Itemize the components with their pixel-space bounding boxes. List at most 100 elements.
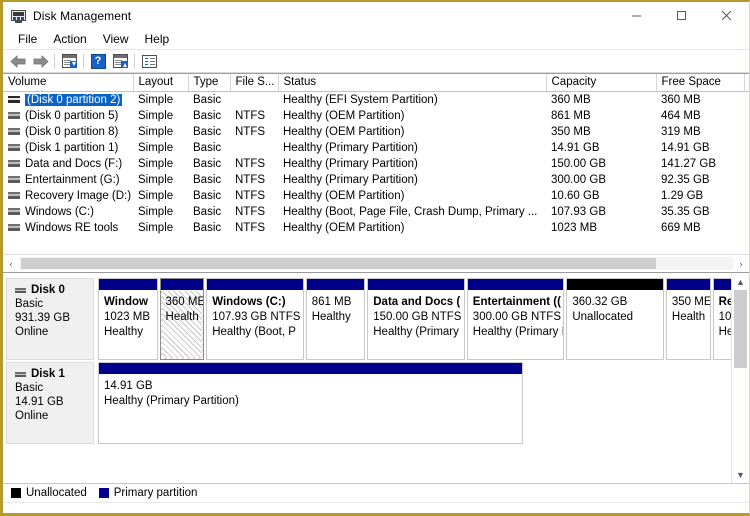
- scroll-left-icon[interactable]: ‹: [3, 256, 19, 272]
- column-header-type[interactable]: Type: [188, 74, 231, 92]
- disk-info-disk0[interactable]: Disk 0 Basic 931.39 GB Online: [6, 278, 94, 360]
- cell-type: Basic: [193, 109, 222, 122]
- partition-block[interactable]: 861 MB Healthy: [305, 278, 366, 360]
- window-title: Disk Management: [33, 8, 132, 23]
- disk-row[interactable]: Disk 0 Basic 931.39 GB Online Window 102…: [3, 276, 731, 360]
- cell-filesystem: NTFS: [235, 109, 266, 122]
- partition-block[interactable]: Entertainment (( 300.00 GB NTFS Healthy …: [466, 278, 565, 360]
- partition-status: Healthy (Primary: [373, 326, 459, 338]
- disk-icon: [15, 287, 26, 293]
- back-icon[interactable]: [7, 51, 29, 71]
- menu-item-help[interactable]: Help: [137, 30, 178, 48]
- scrollbar-thumb[interactable]: [21, 258, 657, 269]
- legend-bar: Unallocated Primary partition: [3, 483, 749, 502]
- menu-item-view[interactable]: View: [95, 30, 137, 48]
- rescan-disks-icon[interactable]: [109, 51, 131, 71]
- table-row[interactable]: Entertainment (G:) Simple Basic NTFS Hea…: [3, 172, 749, 188]
- scroll-right-icon[interactable]: ›: [733, 256, 749, 272]
- cell-layout: Simple: [138, 157, 174, 170]
- column-header-percent-free[interactable]: % Free: [744, 74, 749, 92]
- cell-volume: Windows (C:): [3, 204, 133, 220]
- scrollbar-track[interactable]: [733, 290, 748, 466]
- properties-icon[interactable]: [58, 51, 80, 71]
- partition-text: Entertainment (( 300.00 GB NTFS Healthy …: [468, 291, 564, 359]
- partition-block[interactable]: Window 1023 MB Healthy: [98, 278, 158, 360]
- column-header-free-space[interactable]: Free Space: [656, 74, 745, 92]
- disk-size: 931.39 GB: [15, 312, 70, 324]
- partition-size: 300.00 GB NTFS: [472, 311, 562, 323]
- column-header-layout[interactable]: Layout: [133, 74, 189, 92]
- menu-item-file[interactable]: File: [10, 30, 45, 48]
- cell-status: Healthy (Primary Partition): [283, 173, 418, 186]
- disk-type: Basic: [15, 382, 44, 394]
- maximize-icon[interactable]: [659, 2, 704, 29]
- partition-block[interactable]: 360 ME Health: [159, 278, 205, 360]
- cell-volume: (Disk 1 partition 1): [3, 140, 133, 156]
- cell-capacity: 107.93 GB: [551, 205, 606, 218]
- table-row[interactable]: Recovery Image (D:) Simple Basic NTFS He…: [3, 188, 749, 204]
- legend-label: Primary partition: [113, 487, 198, 499]
- cell-type: Basic: [193, 205, 222, 218]
- legend-item-unallocated: Unallocated: [11, 487, 87, 499]
- disk-row[interactable]: Disk 1 Basic 14.91 GB Online 14.91 GB He…: [3, 360, 731, 444]
- cell-type: Basic: [193, 125, 222, 138]
- menu-item-action[interactable]: Action: [45, 30, 94, 48]
- primary-partition-swatch-icon: [98, 488, 109, 498]
- partition-status: Healthy (OEN: [718, 326, 731, 338]
- partition-block[interactable]: Data and Docs ( 150.00 GB NTFS Healthy (…: [367, 278, 465, 360]
- cell-status: Healthy (Boot, Page File, Crash Dump, Pr…: [283, 205, 538, 218]
- help-icon[interactable]: ?: [87, 51, 109, 71]
- close-icon[interactable]: [704, 2, 749, 29]
- disk-state: Online: [15, 326, 49, 338]
- cell-volume: (Disk 0 partition 2): [3, 92, 133, 108]
- partition-size: 14.91 GB: [104, 380, 153, 392]
- cell-type: Basic: [193, 221, 222, 234]
- column-header-filesystem[interactable]: File S...: [230, 74, 279, 92]
- cell-filesystem: NTFS: [235, 189, 266, 202]
- partition-capacity-bar: [207, 279, 303, 291]
- partition-capacity-bar: [99, 363, 522, 375]
- partition-text: Recovery Im 10.60 GB NTF Healthy (OEN: [714, 291, 731, 359]
- drive-icon: [8, 160, 20, 167]
- partition-block[interactable]: 350 ME Health: [665, 278, 711, 360]
- graphical-view-vertical-scrollbar[interactable]: ▲ ▼: [731, 273, 749, 483]
- scrollbar-track[interactable]: [19, 257, 733, 270]
- cell-filesystem: NTFS: [235, 221, 266, 234]
- partition-block-unallocated[interactable]: 360.32 GB Unallocated: [566, 278, 664, 360]
- table-row[interactable]: (Disk 0 partition 8) Simple Basic NTFS H…: [3, 124, 749, 140]
- table-row[interactable]: Windows RE tools Simple Basic NTFS Healt…: [3, 220, 749, 236]
- drive-icon: [8, 112, 20, 119]
- cell-layout: Simple: [138, 221, 174, 234]
- partition-block[interactable]: 14.91 GB Healthy (Primary Partition): [98, 362, 523, 444]
- minimize-icon[interactable]: [614, 2, 659, 29]
- volume-list-horizontal-scrollbar[interactable]: ‹ ›: [3, 254, 749, 272]
- volume-table-body: (Disk 0 partition 2) Simple Basic Health…: [3, 92, 749, 236]
- scroll-up-icon[interactable]: ▲: [733, 273, 749, 290]
- cell-free-space: 319 MB: [661, 125, 701, 138]
- table-row[interactable]: (Disk 1 partition 1) Simple Basic Health…: [3, 140, 749, 156]
- partition-block[interactable]: Windows (C:) 107.93 GB NTFS Healthy (Boo…: [206, 278, 304, 360]
- column-header-volume[interactable]: Volume: [3, 74, 134, 92]
- table-row[interactable]: (Disk 0 partition 2) Simple Basic Health…: [3, 92, 749, 108]
- scroll-down-icon[interactable]: ▼: [733, 466, 749, 483]
- table-row[interactable]: (Disk 0 partition 5) Simple Basic NTFS H…: [3, 108, 749, 124]
- cell-free-space: 35.35 GB: [661, 205, 710, 218]
- partition-size: 360.32 GB: [572, 296, 628, 308]
- show-hide-console-tree-icon[interactable]: [138, 51, 160, 71]
- cell-free-space: 14.91 GB: [661, 141, 710, 154]
- scrollbar-thumb[interactable]: [734, 290, 747, 368]
- cell-status: Healthy (EFI System Partition): [283, 93, 438, 106]
- table-row[interactable]: Windows (C:) Simple Basic NTFS Healthy (…: [3, 204, 749, 220]
- partition-status: Unallocated: [572, 311, 634, 323]
- partition-size: 350 ME: [671, 296, 710, 308]
- table-row[interactable]: Data and Docs (F:) Simple Basic NTFS Hea…: [3, 156, 749, 172]
- disk-info-disk1[interactable]: Disk 1 Basic 14.91 GB Online: [6, 362, 94, 444]
- cell-volume: Recovery Image (D:): [3, 188, 133, 204]
- forward-icon[interactable]: [29, 51, 51, 71]
- cell-capacity: 150.00 GB: [551, 157, 606, 170]
- window-frame: Disk Management File Action View Help ? …: [3, 2, 749, 513]
- column-header-status[interactable]: Status: [278, 74, 547, 92]
- cell-volume: (Disk 0 partition 5): [3, 108, 133, 124]
- column-header-capacity[interactable]: Capacity: [546, 74, 657, 92]
- partition-block[interactable]: Recovery Im 10.60 GB NTF Healthy (OEN: [712, 278, 731, 360]
